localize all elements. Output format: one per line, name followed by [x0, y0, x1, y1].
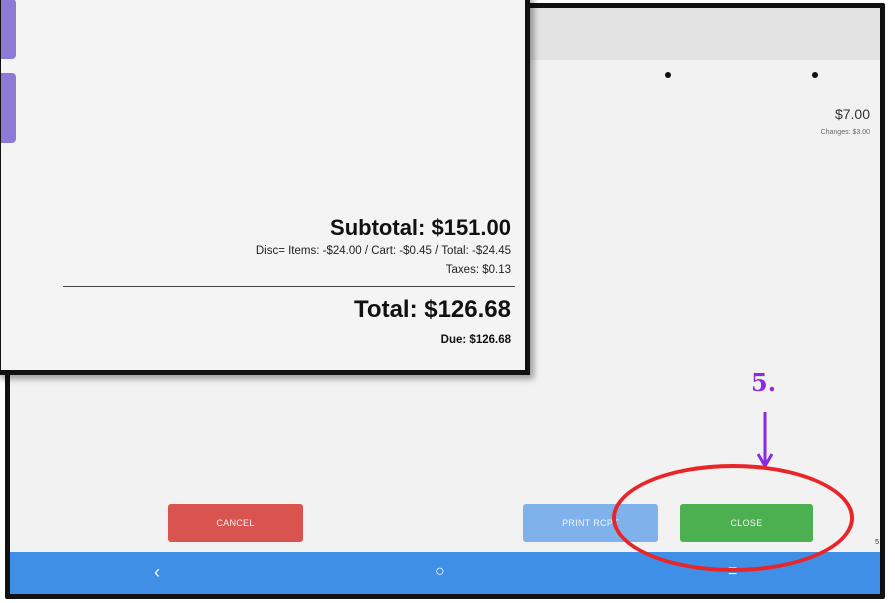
subtotal-text: Subtotal: $151.00	[330, 215, 511, 240]
side-tab[interactable]	[1, 0, 16, 59]
discounts-text: Disc= Items: -$24.00 / Cart: -$0.45 / To…	[255, 245, 511, 257]
side-tag: 5	[875, 539, 879, 546]
cancel-button[interactable]: CANCEL	[168, 504, 303, 542]
menu-icon[interactable]: ≡	[728, 562, 737, 582]
side-tab[interactable]	[1, 73, 16, 143]
dot-indicator	[665, 72, 671, 78]
due-text: Due: $126.68	[440, 334, 511, 346]
step-number: 5.	[751, 368, 777, 397]
android-nav-bar: ‹ ○ ≡	[10, 552, 880, 594]
close-button[interactable]: CLOSE	[680, 504, 813, 542]
totals-panel: Subtotal: $151.00 Disc= Items: -$24.00 /…	[0, 0, 530, 375]
divider	[63, 286, 515, 287]
arrow-down-icon	[757, 412, 773, 469]
taxes-text: Taxes: $0.13	[445, 264, 511, 276]
dot-indicator	[812, 72, 818, 78]
total-text: Total: $126.68	[354, 296, 511, 323]
payment-amount: $7.00	[834, 106, 870, 122]
print-receipt-button[interactable]: PRINT RCPT	[523, 504, 658, 542]
change-amount: Changes: $3.00	[820, 129, 870, 136]
home-icon[interactable]: ○	[435, 562, 445, 582]
back-icon[interactable]: ‹	[154, 562, 160, 582]
